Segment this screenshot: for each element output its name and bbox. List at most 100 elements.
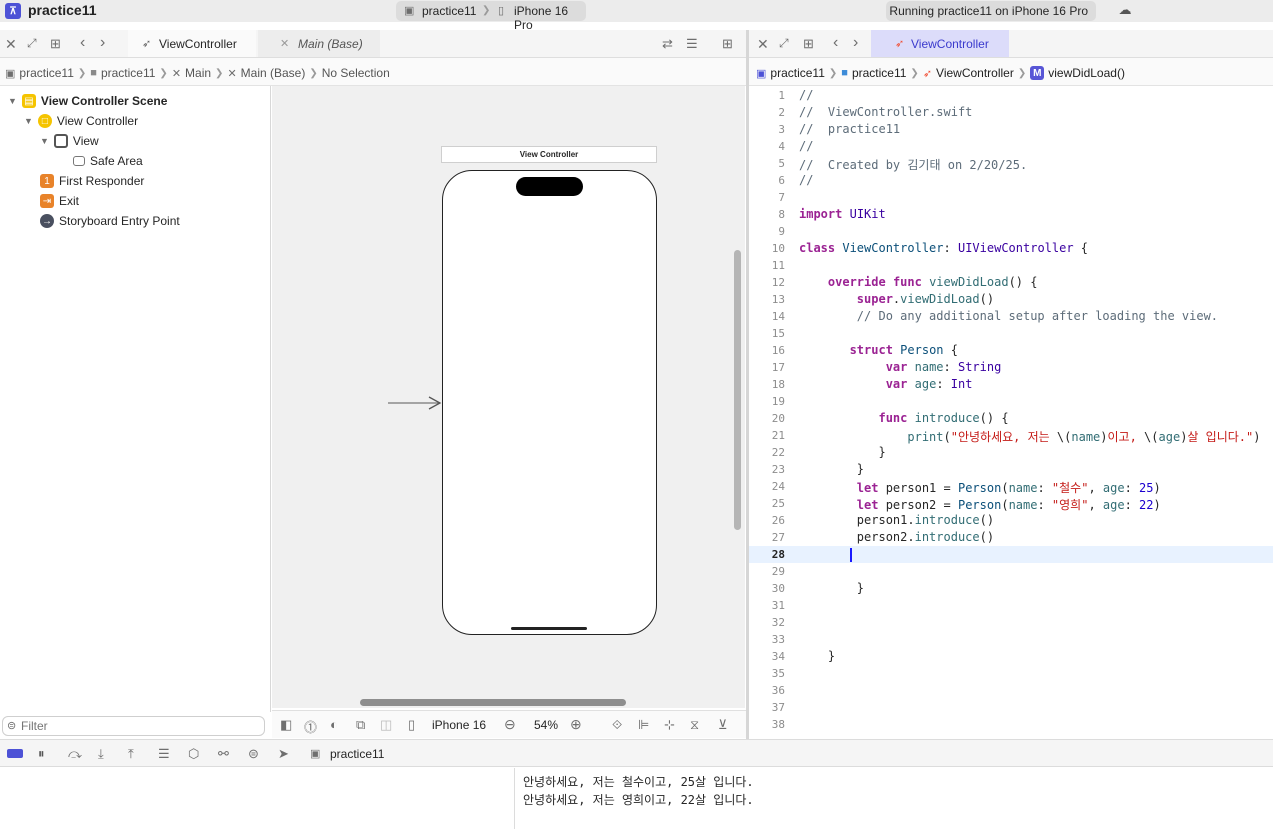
entry-point-arrow[interactable] [388, 396, 442, 410]
breadcrumb-item[interactable]: viewDidLoad() [1048, 66, 1125, 80]
scene-title-bar[interactable]: View Controller [441, 146, 657, 163]
vertical-scrollbar[interactable] [734, 250, 741, 530]
expand-icon[interactable]: ⤢ [779, 36, 789, 51]
grid-icon[interactable]: ⊞ [803, 36, 814, 52]
chevron-down-icon[interactable]: ▼ [8, 96, 17, 106]
update-frames-icon[interactable]: ⟐ [612, 717, 622, 733]
outline-item-exit[interactable]: ⇥ Exit [40, 194, 79, 208]
code-line: var age: Int [885, 377, 973, 391]
line-number: 36 [771, 684, 785, 697]
memory-graph-icon[interactable]: ⬡ [188, 746, 199, 762]
line-number: 12 [771, 276, 785, 289]
left-jump-bar: ▣ practice11 ❯ ■ practice11 ❯ ✕ Main ❯ ✕… [0, 58, 746, 86]
accessibility-icon[interactable]: ⓵ [304, 717, 317, 736]
code-line: import UIKit [799, 207, 886, 221]
share-icon[interactable]: ⚯ [218, 746, 229, 762]
scheme-selector[interactable]: ▣ practice11 ❯ ▯ iPhone 16 Pro [396, 1, 586, 32]
breadcrumb-item[interactable]: Main (Base) [241, 66, 306, 80]
breadcrumb: ▣ practice11 ❯ ■ practice11 ❯ ➶ ViewCont… [756, 66, 1125, 80]
breadcrumb-item[interactable]: practice11 [852, 66, 906, 80]
chevron-down-icon[interactable]: ▼ [24, 116, 33, 126]
filter-input[interactable] [21, 718, 251, 734]
step-into-icon[interactable]: ⤓ [98, 746, 104, 762]
align-icon[interactable]: ⊫ [638, 717, 649, 733]
chevron-right-icon: ❯ [309, 67, 318, 79]
back-icon[interactable]: ‹ [80, 34, 85, 52]
line-number: 14 [771, 310, 785, 323]
add-constraints-icon[interactable]: ⊹ [664, 717, 675, 733]
project-icon: ▣ [5, 67, 16, 80]
embed-icon[interactable]: ⊻ [718, 717, 728, 733]
device-label[interactable]: iPhone 16 [432, 718, 486, 732]
app-icon: ▣ [310, 748, 321, 760]
tab-viewcontroller[interactable]: ➶ ViewController [128, 30, 256, 57]
tab-main-base[interactable]: ✕ Main (Base) [258, 30, 380, 57]
breadcrumb-item[interactable]: practice11 [101, 66, 155, 80]
line-number: 27 [771, 531, 785, 544]
variables-view[interactable] [0, 768, 514, 829]
line-number: 21 [771, 429, 785, 442]
outline-label: View [72, 134, 99, 148]
destination-label[interactable]: iPhone 16 Pro [514, 4, 586, 32]
device-frame[interactable] [442, 170, 657, 635]
zoom-in-icon[interactable]: ⊕ [570, 716, 582, 733]
zoom-out-icon[interactable]: ⊖ [504, 716, 516, 733]
source-editor[interactable]: 1 // 2 // ViewController.swift 3 // practice1… [749, 86, 1273, 738]
tab-viewcontroller[interactable]: ➶ ViewController [871, 30, 1009, 57]
forward-icon[interactable]: › [100, 34, 105, 52]
title-bar: ⊼ practice11 ▣ practice11 ❯ ▯ iPhone 16 … [0, 0, 1273, 32]
pause-icon[interactable]: ⏸ [38, 746, 45, 762]
horizontal-scrollbar[interactable] [360, 699, 626, 706]
breadcrumb-item[interactable]: practice11 [770, 66, 824, 80]
view-hierarchy-icon[interactable]: ☰ [158, 746, 170, 762]
outline-item-view[interactable]: ▼ View [40, 134, 99, 148]
close-icon[interactable]: ✕ [5, 36, 17, 53]
code-line: // [799, 173, 814, 187]
tab-label: ViewController [911, 37, 989, 51]
exit-icon: ⇥ [40, 194, 54, 208]
step-over-icon[interactable]: ⤼ [68, 746, 82, 762]
step-out-icon[interactable]: ⤒ [128, 746, 134, 762]
debug-target[interactable]: practice11 [330, 747, 384, 761]
breadcrumb-item[interactable]: ViewController [936, 66, 1014, 80]
code-line: // [799, 88, 814, 102]
view-controller-icon: □ [37, 114, 52, 128]
outline-label: First Responder [59, 174, 145, 188]
editor-options-icon[interactable]: ☰ [686, 36, 698, 52]
zoom-level[interactable]: 54% [534, 718, 558, 732]
resolve-issues-icon[interactable]: ⧖ [690, 717, 699, 733]
chevron-right-icon: ❯ [1017, 67, 1027, 79]
breakpoints-icon[interactable] [7, 749, 23, 758]
code-line: struct Person { [849, 343, 958, 357]
cloud-icon[interactable]: ☁ [1116, 2, 1134, 17]
close-icon[interactable]: ✕ [757, 36, 769, 53]
back-icon[interactable]: ‹ [833, 34, 838, 52]
console-output[interactable]: 안녕하세요, 저는 철수이고, 25살 입니다. 안녕하세요, 저는 영희이고,… [514, 768, 1273, 829]
add-editor-icon[interactable]: ⊞ [722, 36, 733, 52]
chevron-down-icon[interactable]: ▼ [40, 136, 49, 146]
outline-item-view-controller[interactable]: ▼ □ View Controller [24, 114, 138, 128]
scheme-label: practice11 [422, 4, 477, 18]
tab-label: ViewController [159, 37, 237, 51]
environment-icon[interactable]: ⊜ [248, 746, 259, 762]
code-line: person2.introduce() [799, 530, 995, 544]
expand-icon[interactable]: ⤢ [27, 36, 37, 51]
appearance-icon[interactable]: ◐ [330, 717, 338, 732]
forward-icon[interactable]: › [853, 34, 858, 52]
location-icon[interactable]: ➤ [278, 746, 289, 762]
grid-icon[interactable]: ⊞ [50, 36, 61, 52]
breadcrumb-item[interactable]: Main [185, 66, 211, 80]
outline-item-first-responder[interactable]: 1 First Responder [40, 174, 144, 188]
outline-item-scene[interactable]: ▼ ▤ View Controller Scene [8, 94, 167, 108]
outline-item-safe-area[interactable]: Safe Area [73, 154, 143, 168]
sidebar-toggle-icon[interactable]: ◧ [280, 717, 292, 733]
breadcrumb-item[interactable]: No Selection [322, 66, 390, 80]
breadcrumb-item[interactable]: practice11 [19, 66, 73, 80]
chevron-right-icon: ❯ [215, 67, 224, 79]
outline-item-entry-point[interactable]: → Storyboard Entry Point [40, 214, 180, 228]
orientation-icon[interactable]: ⧉ [356, 717, 365, 733]
line-number: 17 [771, 361, 785, 374]
filter-field[interactable]: ⊜ [2, 716, 265, 736]
home-indicator [511, 627, 587, 630]
refresh-icon[interactable]: ⇄ [662, 36, 673, 52]
